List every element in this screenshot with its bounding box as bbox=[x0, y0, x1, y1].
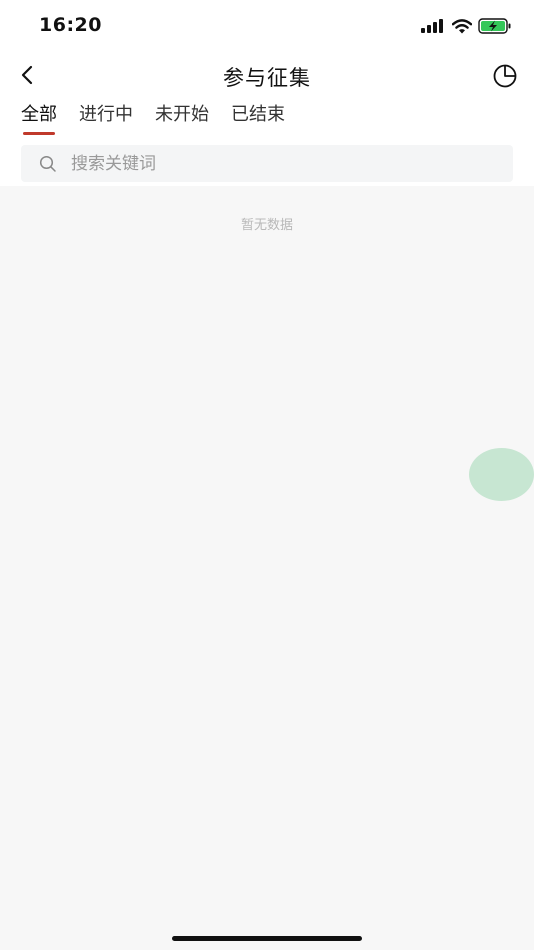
pie-chart-icon[interactable] bbox=[492, 63, 518, 89]
tab-not-started[interactable]: 未开始 bbox=[155, 102, 209, 132]
tab-label: 未开始 bbox=[155, 104, 209, 125]
battery-charging-icon bbox=[478, 18, 511, 34]
tab-in-progress[interactable]: 进行中 bbox=[79, 102, 133, 132]
filter-tabs: 全部 进行中 未开始 已结束 bbox=[21, 102, 307, 135]
active-tab-indicator bbox=[23, 132, 55, 135]
tab-label: 已结束 bbox=[231, 104, 285, 125]
tab-all[interactable]: 全部 bbox=[21, 102, 57, 135]
empty-state-text: 暂无数据 bbox=[240, 218, 293, 233]
search-box[interactable] bbox=[21, 145, 513, 182]
wifi-icon bbox=[452, 18, 472, 33]
tab-label: 进行中 bbox=[79, 104, 133, 125]
status-icons bbox=[421, 16, 512, 36]
cellular-signal-icon bbox=[421, 19, 443, 33]
status-bar: 16:20 bbox=[0, 0, 534, 50]
page-title: 参与征集 bbox=[223, 66, 311, 90]
content-area: 暂无数据 bbox=[0, 186, 534, 950]
search-input[interactable] bbox=[71, 153, 451, 174]
floating-action-button[interactable] bbox=[469, 448, 534, 501]
tab-label: 全部 bbox=[21, 104, 57, 125]
home-indicator bbox=[172, 936, 362, 941]
search-icon bbox=[39, 155, 56, 172]
status-time: 16:20 bbox=[39, 14, 102, 36]
tab-ended[interactable]: 已结束 bbox=[231, 102, 285, 132]
navigation-bar: 参与征集 bbox=[0, 50, 534, 100]
